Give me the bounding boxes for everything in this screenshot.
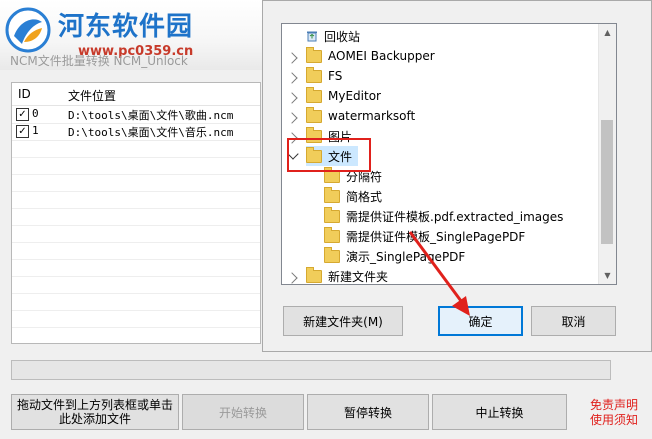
disclaimer-links[interactable]: 免责声明 使用须知: [590, 398, 638, 428]
usage-notice-link[interactable]: 使用须知: [590, 413, 638, 428]
folder-icon: [324, 206, 340, 223]
tree-item-recycle-bin[interactable]: 回收站: [306, 26, 360, 46]
recycle-bin-icon: [307, 31, 317, 42]
scrollbar-thumb[interactable]: [601, 120, 613, 244]
folder-icon: [306, 266, 322, 283]
row-id: 0: [32, 107, 39, 120]
tree-item-label: 需提供证件模板.pdf.extracted_images: [346, 209, 564, 224]
grid-line: [12, 310, 260, 311]
tree-item-label: MyEditor: [328, 89, 381, 103]
column-header-path[interactable]: 文件位置: [68, 87, 116, 104]
row-path: D:\tools\桌面\文件\歌曲.ncm: [68, 109, 234, 122]
tree-item-simple-format[interactable]: 简格式: [324, 186, 382, 206]
grid-line: [12, 157, 260, 158]
folder-icon: [306, 106, 322, 123]
start-convert-button[interactable]: 开始转换: [182, 394, 304, 430]
tree-item-single-page-pdf[interactable]: 需提供证件模板_SinglePagePDF: [324, 226, 525, 246]
grid-line: [12, 276, 260, 277]
row-checkbox[interactable]: ✓: [16, 125, 29, 138]
tree-item-label: 新建文件夹: [328, 269, 389, 284]
tree-item-new-folder[interactable]: 新建文件夹: [306, 266, 389, 284]
tree-item-extracted-images[interactable]: 需提供证件模板.pdf.extracted_images: [324, 206, 563, 226]
tree-item-label: 需提供证件模板_SinglePagePDF: [346, 229, 526, 244]
file-list[interactable]: ID 文件位置 ✓ 0 D:\tools\桌面\文件\歌曲.ncm ✓ 1 D:…: [11, 82, 261, 344]
grid-line: [12, 208, 260, 209]
chevron-right-icon[interactable]: [286, 272, 298, 284]
annotation-highlight-box: [287, 138, 371, 172]
disclaimer-link[interactable]: 免责声明: [590, 398, 638, 413]
scroll-down-icon[interactable]: ▼: [599, 267, 616, 284]
browse-folder-dialog: 回收站 AOMEI Backupper FS MyEditor watermar…: [262, 0, 652, 352]
progress-bar: [11, 360, 611, 380]
tree-item-label: AOMEI Backupper: [328, 49, 435, 63]
tree-item-fs[interactable]: FS: [306, 66, 342, 86]
grid-line: [12, 242, 260, 243]
grid-line: [12, 259, 260, 260]
tree-item-label: 简格式: [346, 189, 383, 204]
row-path: D:\tools\桌面\文件\音乐.ncm: [68, 126, 234, 139]
grid-line: [12, 327, 260, 328]
tree-item-watermarksoft[interactable]: watermarksoft: [306, 106, 415, 126]
pause-convert-button[interactable]: 暂停转换: [307, 394, 429, 430]
tree-item-demo-pdf[interactable]: 演示_SinglePagePDF: [324, 246, 465, 266]
folder-icon: [306, 66, 322, 83]
new-folder-button[interactable]: 新建文件夹(M): [283, 306, 403, 336]
table-row[interactable]: ✓ 0 D:\tools\桌面\文件\歌曲.ncm: [12, 106, 260, 124]
add-files-button[interactable]: 拖动文件到上方列表框或单击此处添加文件: [11, 394, 179, 430]
grid-line: [12, 191, 260, 192]
tree-item-myeditor[interactable]: MyEditor: [306, 86, 381, 106]
tree-item-aomei[interactable]: AOMEI Backupper: [306, 46, 435, 66]
ok-button[interactable]: 确定: [438, 306, 523, 336]
tree-item-label: 回收站: [324, 29, 361, 44]
column-header-id[interactable]: ID: [18, 87, 31, 101]
cancel-button[interactable]: 取消: [531, 306, 616, 336]
folder-icon: [324, 186, 340, 203]
grid-line: [12, 174, 260, 175]
row-id: 1: [32, 124, 39, 137]
grid-line: [12, 293, 260, 294]
watermark-site-name: 河东软件园: [58, 12, 194, 42]
chevron-right-icon[interactable]: [286, 52, 298, 64]
folder-icon: [306, 46, 322, 63]
tree-item-label: watermarksoft: [328, 109, 416, 123]
grid-line: [12, 225, 260, 226]
folder-icon: [306, 86, 322, 103]
file-list-header: ID 文件位置: [12, 83, 260, 106]
tree-item-label: FS: [328, 69, 343, 83]
app-title: NCM文件批量转换 NCM_Unlock: [10, 54, 188, 68]
chevron-right-icon[interactable]: [286, 72, 298, 84]
tree-item-label: 演示_SinglePagePDF: [346, 249, 466, 264]
stop-convert-button[interactable]: 中止转换: [432, 394, 567, 430]
chevron-right-icon[interactable]: [286, 92, 298, 104]
row-checkbox[interactable]: ✓: [16, 108, 29, 121]
chevron-right-icon[interactable]: [286, 112, 298, 124]
folder-icon: [324, 226, 340, 243]
folder-icon: [324, 246, 340, 263]
scroll-up-icon[interactable]: ▲: [599, 24, 616, 41]
tree-scrollbar[interactable]: ▲ ▼: [598, 24, 616, 284]
watermark-logo-icon: [5, 7, 51, 53]
table-row[interactable]: ✓ 1 D:\tools\桌面\文件\音乐.ncm: [12, 123, 260, 141]
